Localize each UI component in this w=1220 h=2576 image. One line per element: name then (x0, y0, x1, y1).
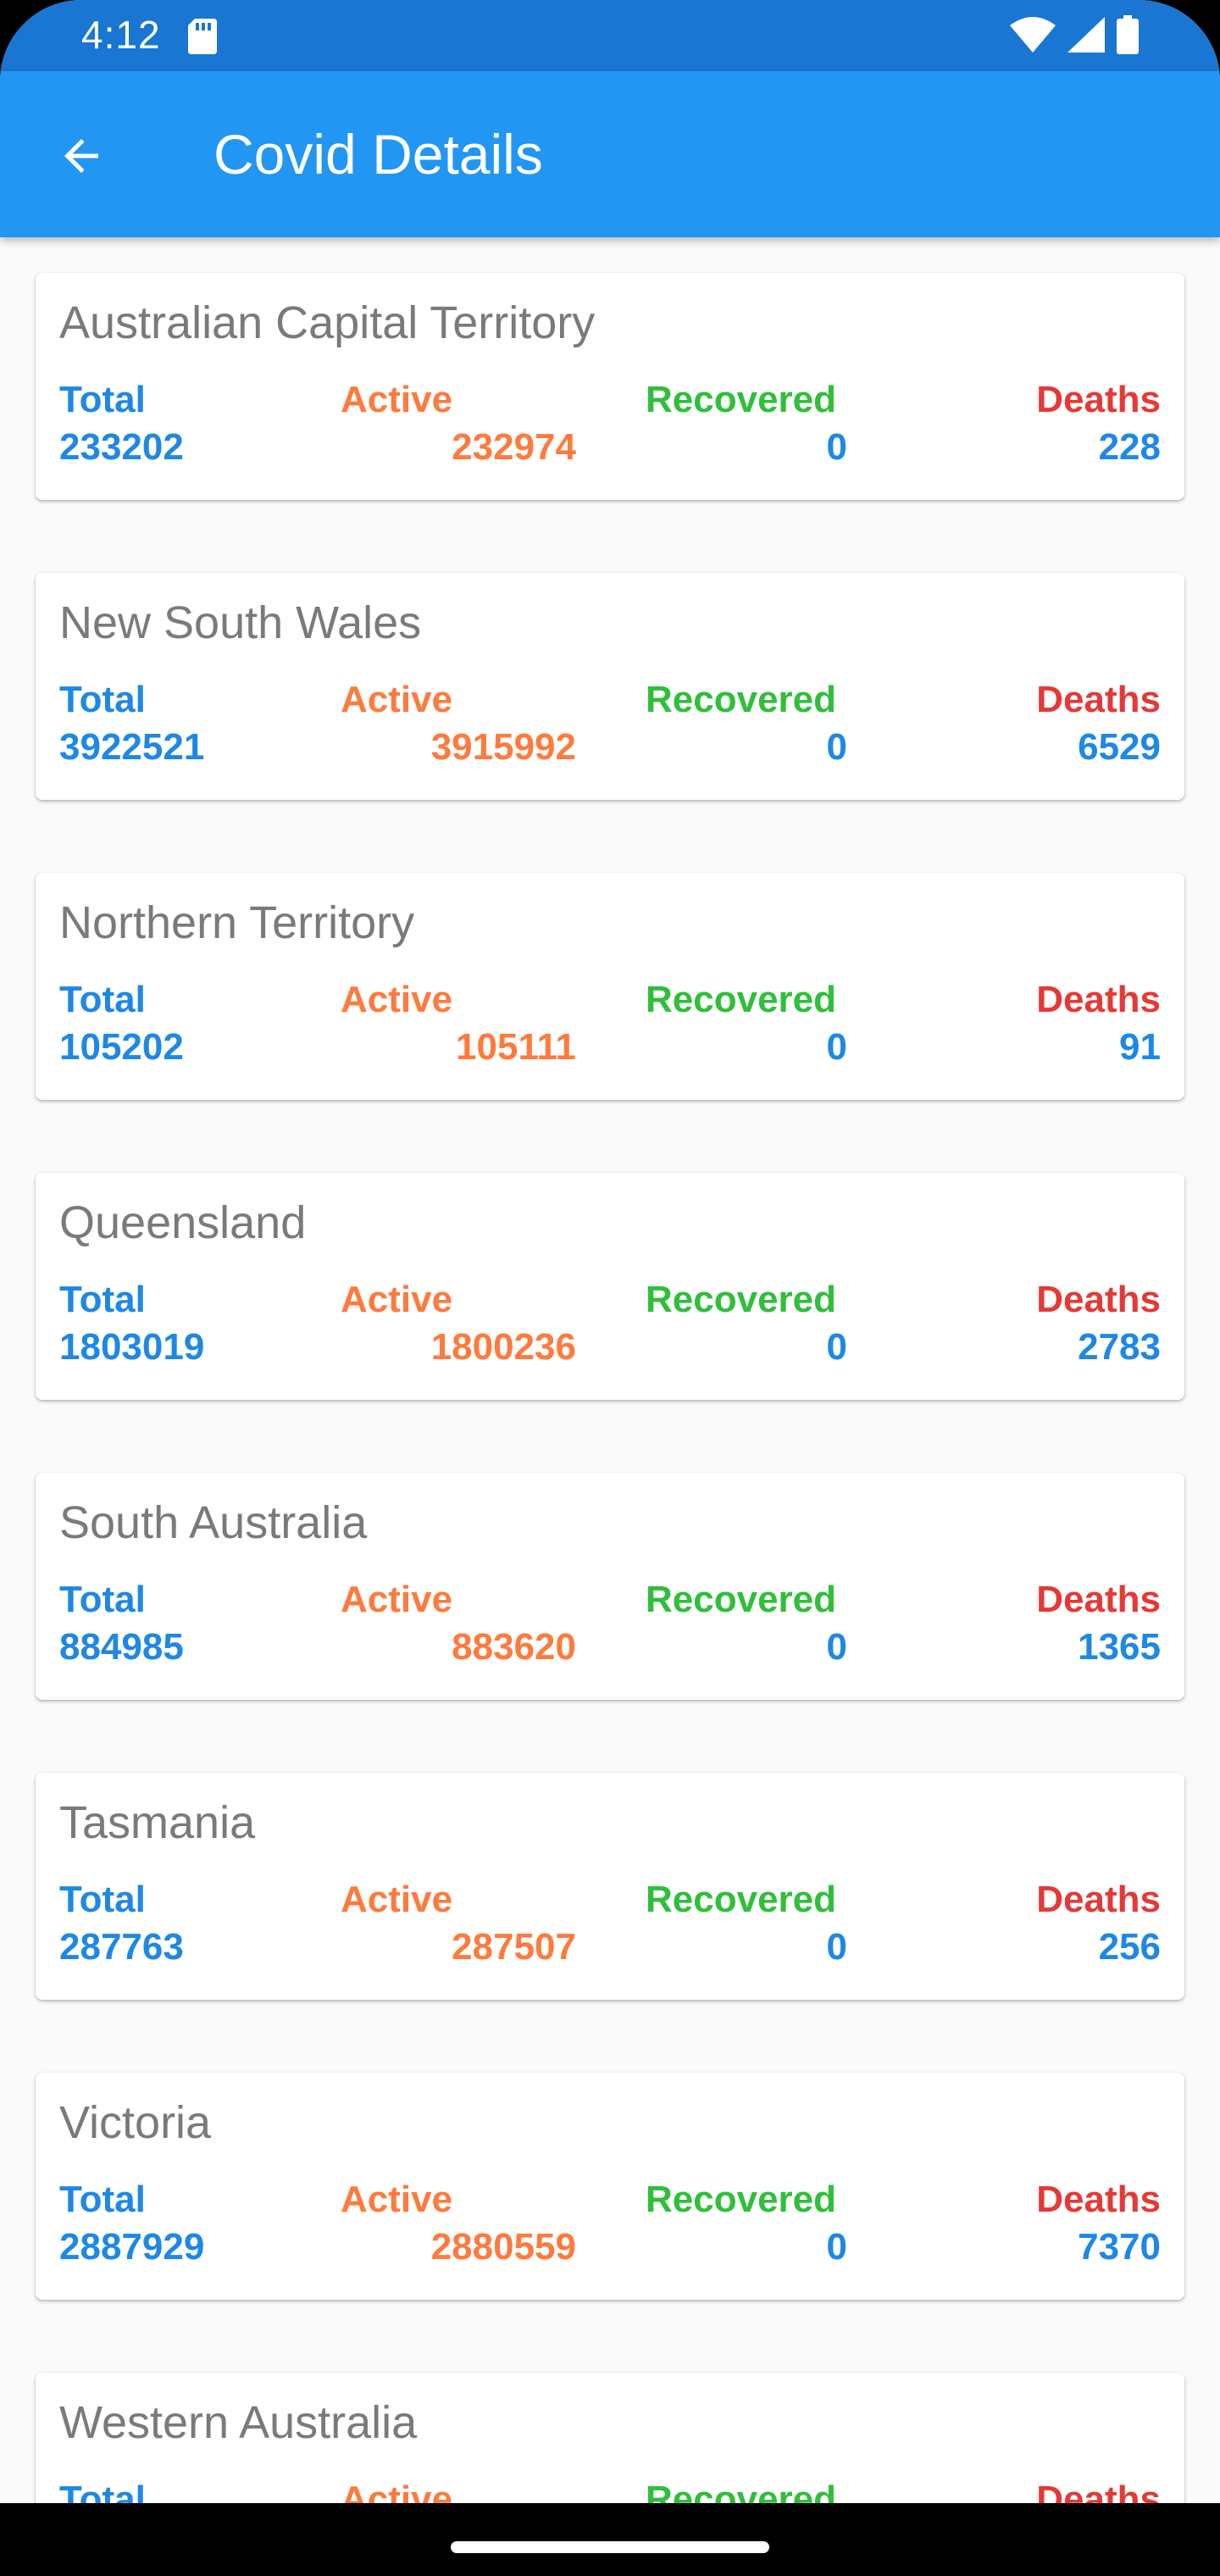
state-name: South Australia (59, 1497, 368, 1548)
state-name: Victoria (59, 2097, 212, 2148)
active-value: 883620 (452, 1626, 576, 1668)
recovered-value: 0 (826, 1926, 847, 1968)
recovered-label: Recovered (646, 2179, 837, 2220)
state-card[interactable]: Northern Territory Total Active Recovere… (36, 873, 1184, 1100)
recovered-value: 0 (826, 426, 847, 468)
back-button[interactable] (47, 124, 115, 192)
total-label: Total (59, 1879, 146, 1920)
status-bar: 4:12 (0, 0, 1220, 71)
state-name: New South Wales (59, 597, 422, 648)
recovered-value: 0 (826, 1626, 847, 1668)
active-value: 3915992 (430, 726, 576, 768)
total-label: Total (59, 679, 146, 720)
state-name: Queensland (59, 1197, 307, 1248)
deaths-value: 256 (1098, 1926, 1161, 1968)
state-name: Northern Territory (59, 897, 415, 948)
recovered-label: Recovered (646, 679, 837, 720)
total-label: Total (59, 379, 146, 420)
deaths-label: Deaths (1036, 1579, 1161, 1620)
total-value: 3922521 (59, 726, 205, 768)
battery-icon (1117, 14, 1139, 58)
active-label: Active (341, 379, 453, 420)
deaths-label: Deaths (1036, 679, 1161, 720)
state-card[interactable]: Western Australia Total Active Recovered… (36, 2373, 1184, 2508)
deaths-value: 1365 (1078, 1626, 1161, 1668)
total-label: Total (59, 1279, 146, 1320)
status-icons (1010, 14, 1139, 58)
deaths-label: Deaths (1036, 979, 1161, 1020)
page-title: Covid Details (214, 123, 543, 186)
screen: 4:12 Covid Details Australian Capital Te… (0, 0, 1220, 2576)
recovered-label: Recovered (646, 379, 837, 420)
sd-card-icon (188, 19, 217, 54)
total-value: 105202 (59, 1026, 184, 1068)
status-time: 4:12 (81, 13, 161, 57)
total-value: 287763 (59, 1926, 184, 1968)
recovered-label: Recovered (646, 979, 837, 1020)
state-list[interactable]: Australian Capital Territory Total Activ… (0, 237, 1220, 2508)
total-label: Total (59, 2179, 146, 2220)
deaths-value: 6529 (1078, 726, 1161, 768)
deaths-value: 2783 (1078, 1326, 1161, 1368)
state-name: Australian Capital Territory (59, 297, 596, 348)
arrow-left-icon (56, 130, 107, 186)
wifi-icon (1010, 16, 1056, 57)
active-value: 232974 (452, 426, 576, 468)
active-value: 287507 (452, 1926, 576, 1968)
state-name: Western Australia (59, 2397, 418, 2448)
recovered-value: 0 (826, 2226, 847, 2268)
active-value: 2880559 (430, 2226, 576, 2268)
recovered-value: 0 (826, 1026, 847, 1068)
total-value: 2887929 (59, 2226, 205, 2268)
active-value: 105111 (456, 1026, 576, 1068)
recovered-label: Recovered (646, 1579, 837, 1620)
state-card[interactable]: New South Wales Total Active Recovered D… (36, 573, 1184, 800)
recovered-label: Recovered (646, 1279, 837, 1320)
total-label: Total (59, 1579, 146, 1620)
state-card[interactable]: South Australia Total Active Recovered D… (36, 1473, 1184, 1700)
total-value: 233202 (59, 426, 184, 468)
state-card[interactable]: Victoria Total Active Recovered Deaths 2… (36, 2073, 1184, 2300)
active-label: Active (341, 979, 453, 1020)
active-label: Active (341, 1279, 453, 1320)
state-name: Tasmania (59, 1797, 256, 1848)
deaths-label: Deaths (1036, 1279, 1161, 1320)
recovered-value: 0 (826, 726, 847, 768)
total-label: Total (59, 979, 146, 1020)
deaths-value: 228 (1098, 426, 1161, 468)
app-bar: Covid Details (0, 71, 1220, 237)
home-handle[interactable] (451, 2541, 769, 2553)
active-label: Active (341, 1879, 453, 1920)
total-value: 1803019 (59, 1326, 205, 1368)
deaths-label: Deaths (1036, 1879, 1161, 1920)
deaths-value: 91 (1119, 1026, 1161, 1068)
recovered-label: Recovered (646, 1879, 837, 1920)
deaths-value: 7370 (1078, 2226, 1161, 2268)
active-label: Active (341, 2179, 453, 2220)
cell-signal-icon (1068, 16, 1105, 57)
state-card[interactable]: Tasmania Total Active Recovered Deaths 2… (36, 1773, 1184, 2000)
active-label: Active (341, 1579, 453, 1620)
total-value: 884985 (59, 1626, 184, 1668)
state-card[interactable]: Queensland Total Active Recovered Deaths… (36, 1173, 1184, 1400)
state-card[interactable]: Australian Capital Territory Total Activ… (36, 273, 1184, 500)
active-label: Active (341, 679, 453, 720)
deaths-label: Deaths (1036, 379, 1161, 420)
active-value: 1800236 (430, 1326, 576, 1368)
deaths-label: Deaths (1036, 2179, 1161, 2220)
recovered-value: 0 (826, 1326, 847, 1368)
navigation-bar (0, 2503, 1220, 2576)
